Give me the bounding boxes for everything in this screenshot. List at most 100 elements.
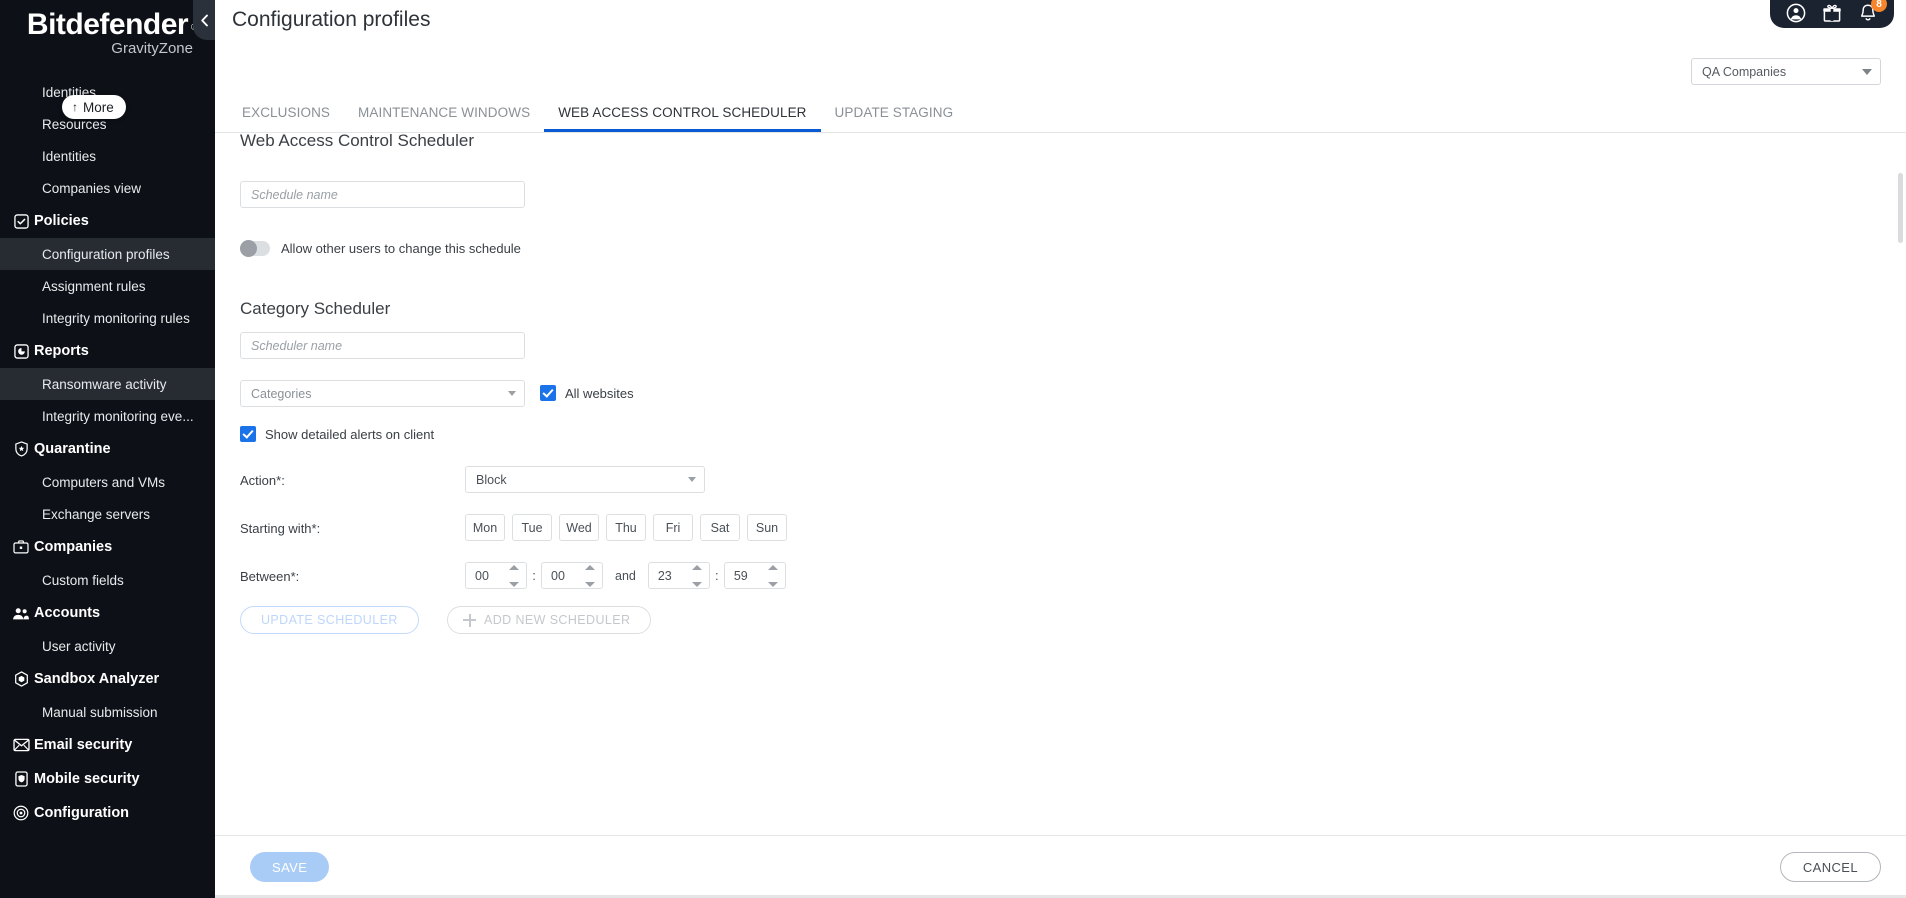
start-minute-stepper[interactable]: 00 xyxy=(541,562,603,589)
end-minute-arrows[interactable] xyxy=(767,565,778,587)
day-button-mon[interactable]: Mon xyxy=(465,514,505,541)
arrow-up-icon[interactable] xyxy=(509,565,519,570)
companies-icon xyxy=(8,540,34,554)
sidebar-item-assignment-rules[interactable]: Assignment rules xyxy=(0,270,215,302)
tab-maintenance-windows[interactable]: MAINTENANCE WINDOWS xyxy=(344,95,544,132)
allow-other-users-toggle[interactable] xyxy=(240,240,270,257)
time-range-picker: 00 : 00 and 23: 59 xyxy=(465,562,786,589)
sidebar-item-manual-submission[interactable]: Manual submission xyxy=(0,696,215,728)
starting-with-field-label: Starting with*: xyxy=(240,521,321,536)
arrow-up-icon[interactable] xyxy=(691,565,702,570)
sidebar-item-ransomware-activity[interactable]: Ransomware activity xyxy=(0,368,215,400)
end-hour-arrows[interactable] xyxy=(691,565,702,587)
start-minute-arrows[interactable] xyxy=(585,565,595,587)
brand-name: Bitdefender ® xyxy=(27,8,198,42)
scheduler-name-input[interactable] xyxy=(240,332,525,359)
sidebar-item-quarantine[interactable]: Quarantine xyxy=(0,432,215,466)
more-button-label: More xyxy=(83,99,114,115)
and-separator-label: and xyxy=(615,568,636,583)
sidebar-collapse-button[interactable] xyxy=(193,0,215,40)
day-button-fri[interactable]: Fri xyxy=(653,514,693,541)
sidebar-item-reports[interactable]: Reports xyxy=(0,334,215,368)
tab-bar: EXCLUSIONS MAINTENANCE WINDOWS WEB ACCES… xyxy=(215,95,1906,133)
arrow-down-icon[interactable] xyxy=(509,582,519,587)
arrow-up-icon[interactable] xyxy=(767,565,778,570)
sidebar-item-accounts[interactable]: Accounts xyxy=(0,596,215,630)
bell-icon[interactable]: 8 xyxy=(1858,0,1887,23)
accounts-icon xyxy=(8,607,34,620)
all-websites-checkbox-row[interactable]: All websites xyxy=(540,385,634,401)
show-detailed-alerts-checkbox[interactable] xyxy=(240,426,256,442)
brand-logo: Bitdefender ® GravityZone xyxy=(0,0,215,58)
sidebar-item-label: Mobile security xyxy=(34,771,140,787)
sandbox-icon xyxy=(8,671,34,687)
sidebar-item-companies-view[interactable]: Companies view xyxy=(0,172,215,204)
sidebar-item-label: Sandbox Analyzer xyxy=(34,671,160,687)
email-icon xyxy=(8,738,34,752)
arrow-down-icon[interactable] xyxy=(767,582,778,587)
sidebar-item-label: Identities xyxy=(42,148,97,164)
all-websites-checkbox[interactable] xyxy=(540,385,556,401)
action-dropdown[interactable]: Block xyxy=(465,466,705,493)
sidebar-item-label: Configuration profiles xyxy=(42,246,170,262)
show-detailed-alerts-checkbox-row[interactable]: Show detailed alerts on client xyxy=(240,426,434,442)
add-new-scheduler-label: ADD NEW SCHEDULER xyxy=(484,613,631,627)
account-icon[interactable] xyxy=(1786,3,1806,23)
end-minute-stepper[interactable]: 59 xyxy=(723,562,786,589)
day-button-sun[interactable]: Sun xyxy=(747,514,787,541)
sidebar-item-mobile-security[interactable]: Mobile security xyxy=(0,762,215,796)
sidebar-item-label: Reports xyxy=(34,343,89,359)
more-button[interactable]: ↑ More xyxy=(62,95,126,119)
sidebar-item-configuration[interactable]: Configuration xyxy=(0,796,215,830)
save-button[interactable]: SAVE xyxy=(250,852,330,882)
sidebar-item-identities[interactable]: Identities xyxy=(0,140,215,172)
company-filter-dropdown[interactable]: QA Companies xyxy=(1691,58,1881,85)
sidebar-item-label: Email security xyxy=(34,737,133,753)
arrow-down-icon[interactable] xyxy=(585,582,595,587)
sidebar-item-email-security[interactable]: Email security xyxy=(0,728,215,762)
sidebar-item-configuration-profiles[interactable]: Configuration profiles xyxy=(0,238,215,270)
sidebar-item-integrity-monitoring-events[interactable]: Integrity monitoring eve... xyxy=(0,400,215,432)
end-hour-stepper[interactable]: 23 xyxy=(647,562,710,589)
configuration-icon xyxy=(8,805,34,821)
day-button-tue[interactable]: Tue xyxy=(512,514,552,541)
arrow-up-icon: ↑ xyxy=(72,100,78,114)
end-hour-value: 23 xyxy=(657,568,672,583)
arrow-up-icon[interactable] xyxy=(585,565,595,570)
chevron-left-icon xyxy=(200,14,209,27)
content-area: Web Access Control Scheduler Allow other… xyxy=(215,133,1906,835)
sidebar-item-sandbox-analyzer[interactable]: Sandbox Analyzer xyxy=(0,662,215,696)
chevron-down-icon xyxy=(508,391,516,396)
arrow-down-icon[interactable] xyxy=(691,582,702,587)
sidebar-item-policies[interactable]: Policies xyxy=(0,204,215,238)
vertical-scrollbar[interactable] xyxy=(1898,173,1903,243)
tab-update-staging[interactable]: UPDATE STAGING xyxy=(821,95,968,132)
sidebar-item-user-activity[interactable]: User activity xyxy=(0,630,215,662)
sidebar-item-custom-fields[interactable]: Custom fields xyxy=(0,564,215,596)
schedule-name-input[interactable] xyxy=(240,181,525,208)
day-button-thu[interactable]: Thu xyxy=(606,514,646,541)
tab-web-access-control-scheduler[interactable]: WEB ACCESS CONTROL SCHEDULER xyxy=(544,95,821,132)
tab-exclusions[interactable]: EXCLUSIONS xyxy=(228,95,344,132)
gift-icon[interactable] xyxy=(1822,3,1842,23)
allow-other-users-label: Allow other users to change this schedul… xyxy=(281,241,521,256)
add-new-scheduler-button[interactable]: ADD NEW SCHEDULER xyxy=(447,606,652,634)
sidebar-item-label: Quarantine xyxy=(34,441,111,457)
sidebar: Bitdefender ® GravityZone Identities Res… xyxy=(0,0,215,898)
sidebar-item-label: Exchange servers xyxy=(42,506,151,522)
categories-dropdown[interactable]: Categories xyxy=(240,380,525,407)
update-scheduler-button[interactable]: UPDATE SCHEDULER xyxy=(240,606,419,634)
sidebar-item-computers-and-vms[interactable]: Computers and VMs xyxy=(0,466,215,498)
sidebar-item-label: Integrity monitoring eve... xyxy=(42,408,194,424)
start-hour-arrows[interactable] xyxy=(509,565,519,587)
time-separator: : xyxy=(532,568,536,583)
sidebar-item-integrity-monitoring-rules[interactable]: Integrity monitoring rules xyxy=(0,302,215,334)
sidebar-item-label: Companies view xyxy=(42,180,142,196)
start-hour-stepper[interactable]: 00 xyxy=(465,562,527,589)
sidebar-item-exchange-servers[interactable]: Exchange servers xyxy=(0,498,215,530)
day-button-sat[interactable]: Sat xyxy=(700,514,740,541)
application-window: Bitdefender ® GravityZone Identities Res… xyxy=(0,0,1906,898)
sidebar-item-companies[interactable]: Companies xyxy=(0,530,215,564)
cancel-button[interactable]: CANCEL xyxy=(1779,852,1881,882)
day-button-wed[interactable]: Wed xyxy=(559,514,599,541)
